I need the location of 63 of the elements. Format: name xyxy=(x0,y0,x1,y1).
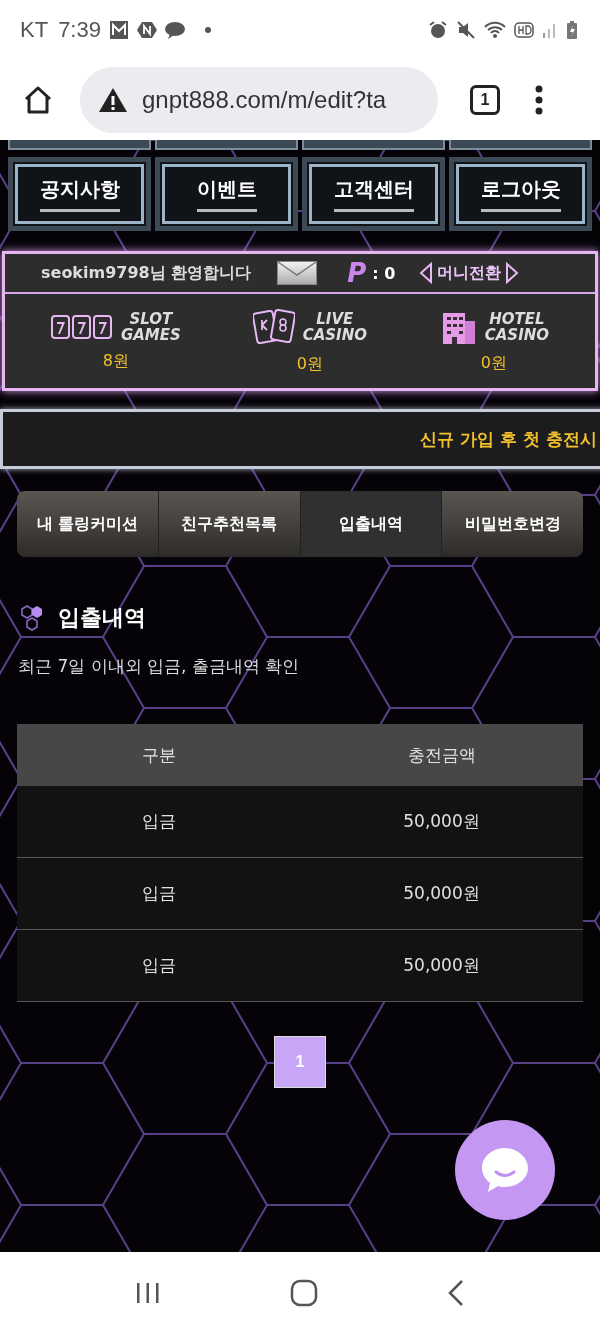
tab[interactable]: 입출내역 xyxy=(300,491,443,557)
menu-button[interactable]: 이벤트 xyxy=(155,157,298,231)
warning-icon xyxy=(98,87,128,113)
menu-button[interactable] xyxy=(449,140,592,150)
address-field[interactable]: gnpt888.com/m/edit?ta xyxy=(80,67,438,133)
hexagon-app-icon xyxy=(136,20,157,40)
recent-apps-icon xyxy=(134,1280,162,1305)
carrier-name: KT xyxy=(20,17,49,43)
hexagons-icon xyxy=(20,604,44,632)
tab[interactable]: 내 롤링커미션 xyxy=(17,491,159,557)
menu-button[interactable]: 공지사항 xyxy=(8,157,151,231)
status-time: 7:39 xyxy=(58,17,101,43)
game-label: CASINO xyxy=(302,326,367,343)
money-convert-button[interactable]: 머니전환 xyxy=(419,262,520,284)
game-label: GAMES xyxy=(120,326,181,343)
table-cell-text: 50,000원 xyxy=(402,954,481,977)
menu-button[interactable]: 로그아웃 xyxy=(449,157,592,231)
game-label: LIVE xyxy=(316,310,354,327)
right-triangle-icon xyxy=(505,262,520,284)
welcome-text: seokim9798님 환영합니다 xyxy=(41,262,252,284)
dot-icon xyxy=(204,27,211,33)
battery-icon xyxy=(566,20,578,40)
notice-text: 신규 가입 후 첫 충전시 xyxy=(420,427,597,451)
home-button-icon xyxy=(290,1278,318,1307)
points-logo: P xyxy=(347,258,367,288)
left-triangle-icon xyxy=(419,262,434,284)
tab-count-button[interactable]: 1 xyxy=(470,85,500,115)
tab[interactable]: 친구추천목록 xyxy=(158,491,301,557)
balance-amount: 0원 xyxy=(296,353,323,375)
table-cell-text: 입금 xyxy=(140,954,177,977)
playing-cards-icon xyxy=(252,307,295,346)
table-cell-text: 입금 xyxy=(140,882,177,905)
wifi-icon xyxy=(484,20,506,40)
menu-button[interactable] xyxy=(155,140,298,150)
table-cell-text: 50,000원 xyxy=(402,810,481,833)
signal-icon xyxy=(542,21,558,39)
game-label: HOTEL xyxy=(489,310,545,327)
game-label: CASINO xyxy=(484,326,550,343)
game-label: SLOT xyxy=(129,310,173,327)
hd-icon xyxy=(514,22,534,38)
alarm-icon xyxy=(428,20,448,40)
menu-button[interactable] xyxy=(302,140,445,150)
table-cell-text: 50,000원 xyxy=(402,882,481,905)
column-header: 충전금액 xyxy=(406,743,477,767)
envelope-icon xyxy=(277,261,318,285)
tab[interactable]: 비밀번호변경 xyxy=(442,491,583,557)
points-value: : 0 xyxy=(372,263,396,283)
menu-button[interactable] xyxy=(8,140,151,150)
table-cell-text: 입금 xyxy=(140,810,177,833)
chat-bubble-icon xyxy=(479,1145,531,1195)
slot-machine-icon xyxy=(50,312,113,341)
more-menu-icon xyxy=(534,85,544,115)
mute-icon xyxy=(456,20,476,40)
home-icon xyxy=(22,84,54,116)
section-title: 입출내역 xyxy=(58,604,146,632)
column-header: 구분 xyxy=(140,743,177,767)
url-text: gnpt888.com/m/edit?ta xyxy=(142,86,387,114)
mail-app-icon xyxy=(108,20,129,40)
balance-amount: 8원 xyxy=(102,350,129,372)
back-icon xyxy=(446,1278,466,1307)
balance-amount: 0원 xyxy=(480,352,507,374)
chat-app-icon xyxy=(164,21,185,39)
menu-button[interactable]: 고객센터 xyxy=(302,157,445,231)
